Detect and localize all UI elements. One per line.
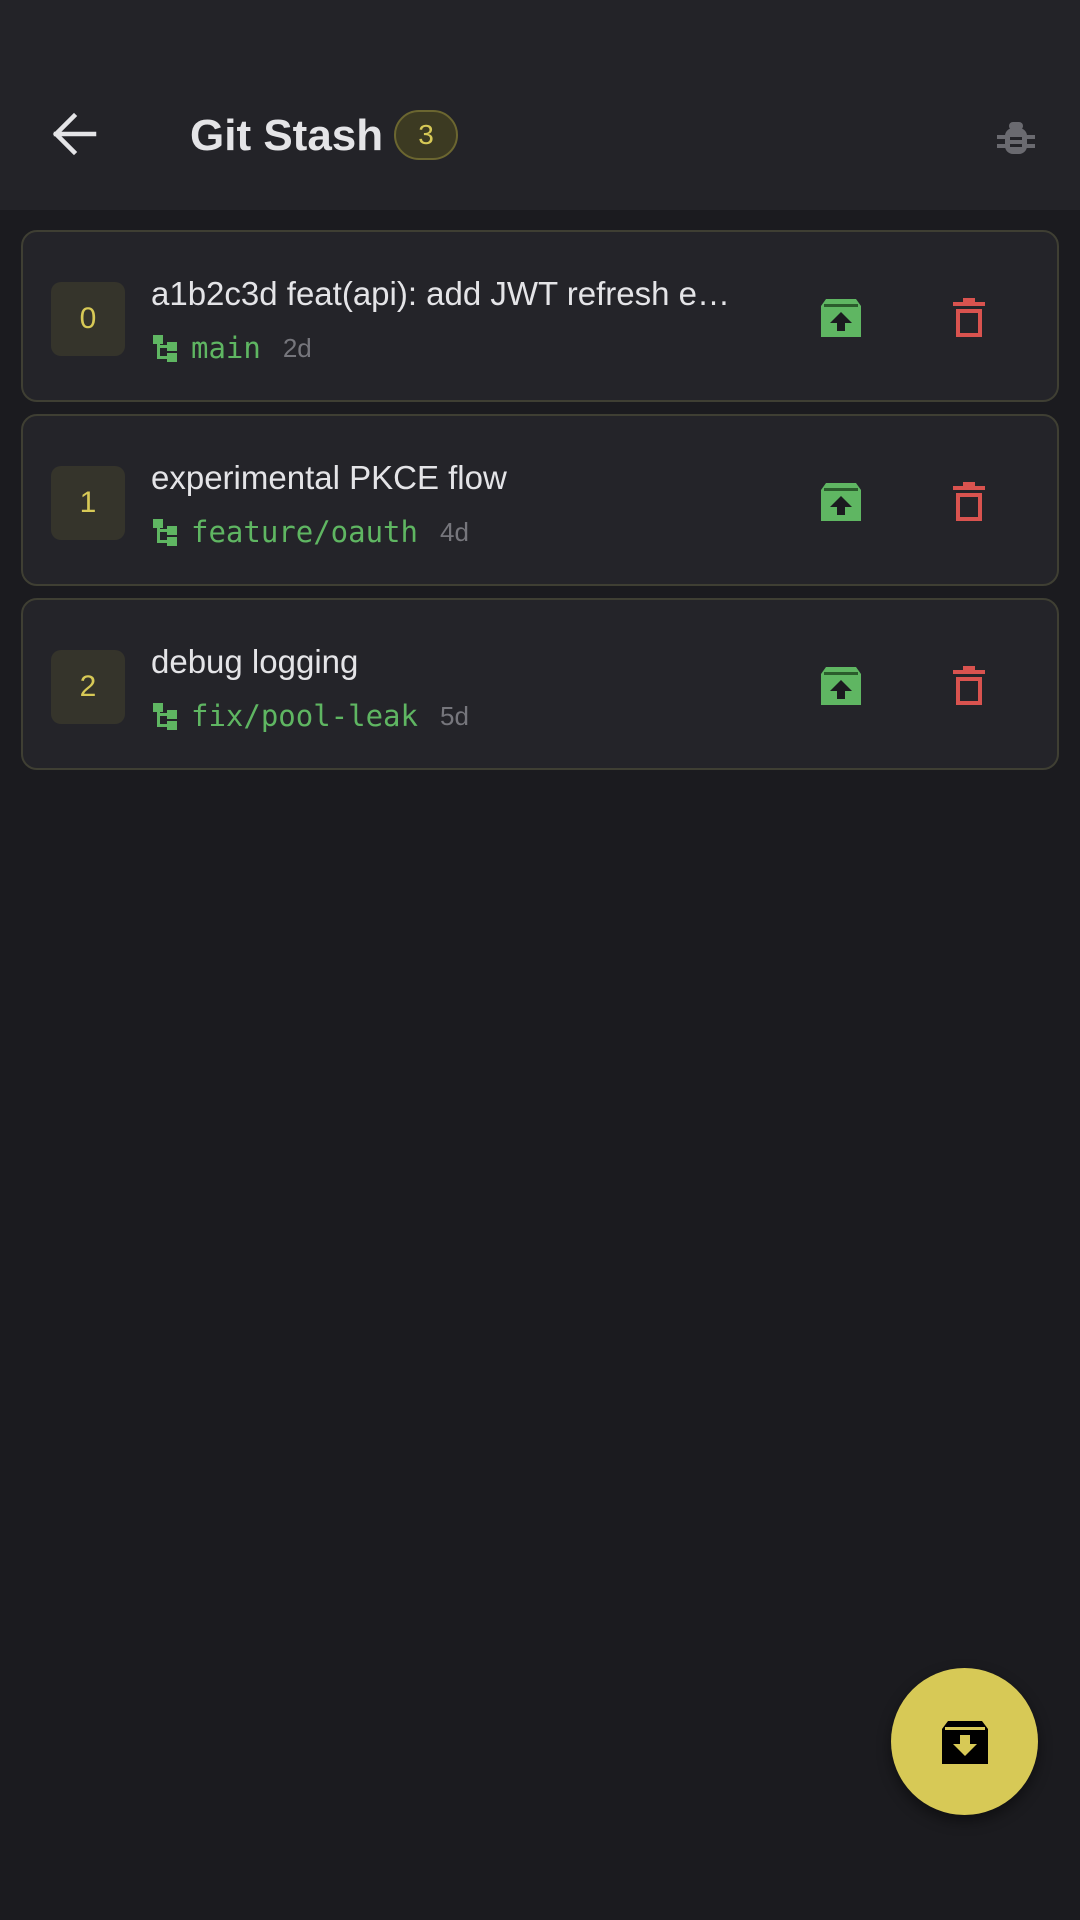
debug-button[interactable]	[990, 112, 1042, 164]
stash-count-badge: 3	[394, 110, 458, 160]
stash-age: 5d	[439, 700, 469, 731]
trash-icon	[953, 666, 985, 705]
stash-age: 4d	[439, 516, 469, 547]
stash-list: 0 a1b2c3d feat(api): add JWT refresh e… …	[21, 230, 1059, 782]
stash-age: 2d	[282, 332, 312, 363]
page-title: Git Stash	[190, 111, 384, 160]
archive-upload-icon	[821, 667, 861, 705]
apply-stash-button[interactable]	[813, 290, 869, 346]
drop-stash-button[interactable]	[941, 474, 997, 530]
stash-branch: feature/oauth	[191, 515, 418, 549]
stash-meta: feature/oauth 4d	[151, 512, 469, 552]
stash-meta: main 2d	[151, 328, 312, 368]
stash-branch: fix/pool-leak	[191, 699, 418, 733]
branch-tree-icon	[151, 517, 181, 547]
stash-index: 0	[51, 282, 125, 356]
stash-item[interactable]: 2 debug logging fix/pool-leak 5d	[21, 598, 1059, 770]
drop-stash-button[interactable]	[941, 658, 997, 714]
stash-branch: main	[191, 331, 261, 365]
create-stash-fab[interactable]	[891, 1668, 1038, 1815]
archive-upload-icon	[821, 483, 861, 521]
git-stash-screen: Git Stash 3 0 a1b2c3d feat(api): add JWT…	[0, 0, 1080, 1920]
stash-index: 2	[51, 650, 125, 724]
apply-stash-button[interactable]	[813, 474, 869, 530]
stash-message: experimental PKCE flow	[151, 459, 507, 496]
bug-icon	[997, 122, 1035, 154]
archive-download-icon	[941, 1720, 988, 1764]
stash-index: 1	[51, 466, 125, 540]
stash-item[interactable]: 1 experimental PKCE flow feature/oauth 4…	[21, 414, 1059, 586]
arrow-left-icon	[52, 112, 97, 156]
stash-item[interactable]: 0 a1b2c3d feat(api): add JWT refresh e… …	[21, 230, 1059, 402]
branch-tree-icon	[151, 333, 181, 363]
back-button[interactable]	[36, 96, 112, 172]
trash-icon	[953, 298, 985, 337]
stash-meta: fix/pool-leak 5d	[151, 696, 469, 736]
trash-icon	[953, 482, 985, 521]
branch-tree-icon	[151, 701, 181, 731]
stash-message: a1b2c3d feat(api): add JWT refresh e…	[151, 275, 731, 312]
stash-message: debug logging	[151, 643, 359, 680]
apply-stash-button[interactable]	[813, 658, 869, 714]
drop-stash-button[interactable]	[941, 290, 997, 346]
app-bar: Git Stash 3	[0, 0, 1080, 210]
archive-upload-icon	[821, 299, 861, 337]
